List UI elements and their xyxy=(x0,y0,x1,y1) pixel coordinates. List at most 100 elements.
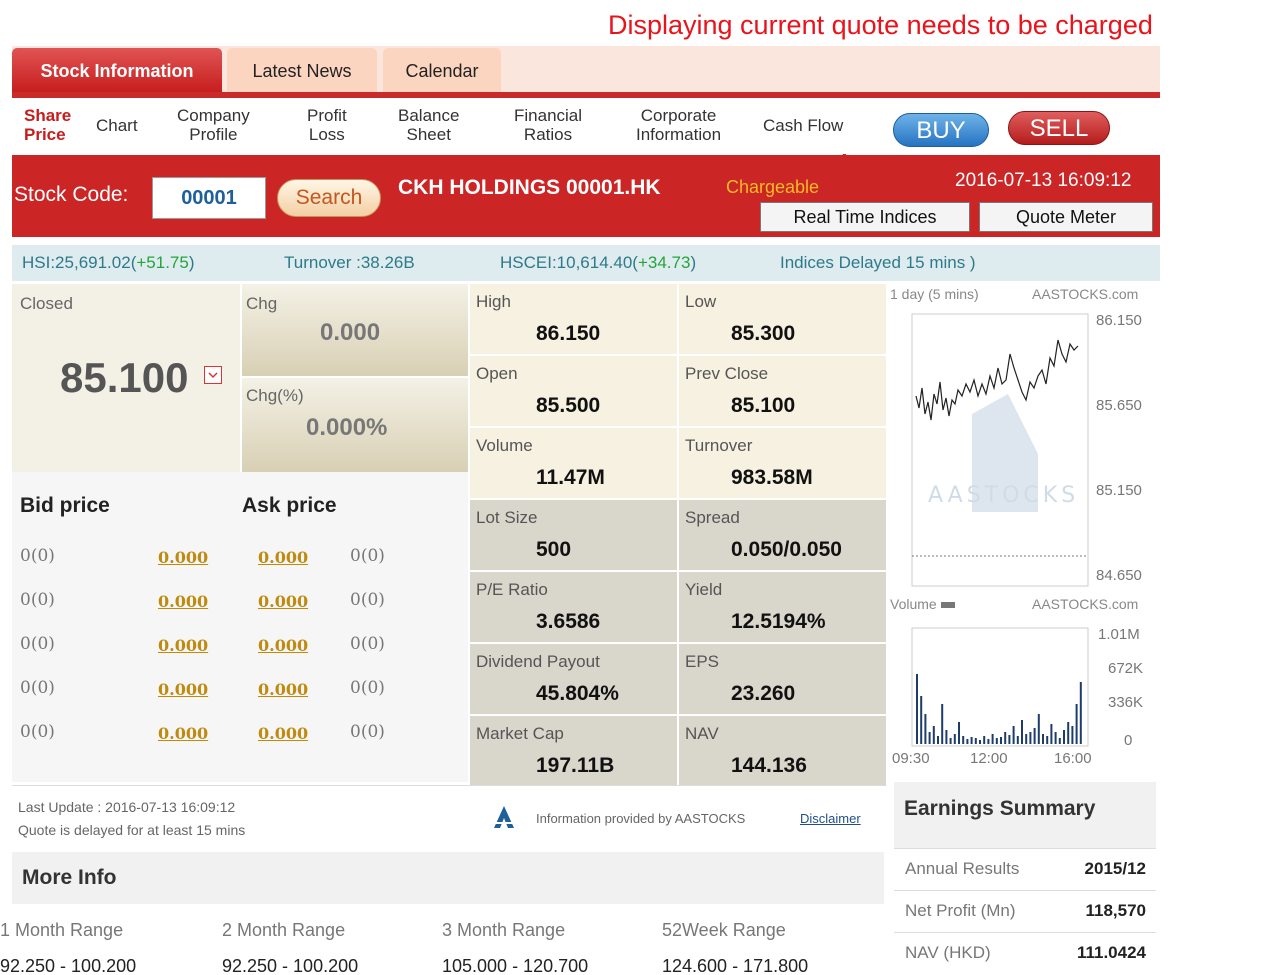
ask-price-link[interactable]: 0.000 xyxy=(258,636,308,655)
subnav-profit-loss[interactable]: Profit Loss xyxy=(307,106,347,144)
earnings-label: NAV (HKD) xyxy=(905,943,991,962)
volume-bar xyxy=(974,738,977,744)
volume-bar xyxy=(1058,738,1061,744)
volume-bar xyxy=(987,739,990,744)
ask-price-link[interactable]: 0.000 xyxy=(258,680,308,699)
volume-bar xyxy=(1004,732,1007,744)
volume-bar xyxy=(1033,728,1036,744)
subnav-share-price[interactable]: Share Price xyxy=(24,106,71,144)
stat-label: P/E Ratio xyxy=(476,580,548,599)
stat-value: 85.300 xyxy=(731,322,796,345)
hsi-index[interactable]: HSI:25,691.02(+51.75) xyxy=(22,253,195,273)
buy-button[interactable]: BUY xyxy=(893,113,989,147)
subnav-balance-sheet[interactable]: Balance Sheet xyxy=(398,106,459,144)
volume-bar xyxy=(962,736,965,744)
stat-value: 500 xyxy=(536,538,572,561)
range-value: 92.250 - 100.200 xyxy=(222,956,359,975)
bid-volume: 0(0) xyxy=(20,722,55,742)
volume-bar xyxy=(966,739,969,744)
range-label: 1 Month Range xyxy=(0,920,124,940)
stock-name: CKH HOLDINGS 00001.HK xyxy=(398,176,661,199)
stat-label: Turnover xyxy=(685,436,753,455)
bid-price-link[interactable]: 0.000 xyxy=(158,680,208,699)
earnings-label: Net Profit (Mn) xyxy=(905,901,1016,920)
bid-price-link[interactable]: 0.000 xyxy=(158,548,208,567)
stat-label: Prev Close xyxy=(685,364,769,383)
stat-label: Spread xyxy=(685,508,740,527)
range-value: 105.000 - 120.700 xyxy=(442,956,589,975)
volume-bar xyxy=(958,722,960,744)
stat-value: 197.11B xyxy=(536,754,615,777)
hscei-index[interactable]: HSCEI:10,614.40(+34.73) xyxy=(500,253,696,273)
bid-ask-panel xyxy=(12,472,468,782)
aastocks-logo-icon xyxy=(490,804,520,830)
volume-bar xyxy=(924,714,927,744)
real-time-indices-button[interactable]: Real Time Indices xyxy=(760,202,970,232)
ask-price-link[interactable]: 0.000 xyxy=(258,548,308,567)
stat-value: 45.804% xyxy=(536,682,619,705)
volume-bar xyxy=(928,732,931,744)
range-value: 124.600 - 171.800 xyxy=(662,956,809,975)
subnav-company-profile[interactable]: Company Profile xyxy=(177,106,250,144)
volume-bar xyxy=(953,734,956,744)
ask-volume: 0(0) xyxy=(350,590,385,610)
sell-button[interactable]: SELL xyxy=(1008,111,1110,145)
volume-bar xyxy=(937,736,939,744)
volume-bar xyxy=(979,740,981,744)
range-label: 2 Month Range xyxy=(222,920,346,940)
volume-plot-frame xyxy=(911,627,1089,747)
stat-value: 0.050/0.050 xyxy=(731,538,842,561)
intraday-chart-panel: 1 day (5 mins) AASTOCKS.com 86.150 85.65… xyxy=(888,284,1158,780)
volume-bar xyxy=(991,734,994,744)
indices-delayed-note: Indices Delayed 15 mins ) xyxy=(780,253,976,272)
bid-price-link[interactable]: 0.000 xyxy=(158,636,208,655)
subnav-financial-ratios[interactable]: Financial Ratios xyxy=(514,106,582,144)
earnings-row: Net Profit (Mn) 118,570 xyxy=(894,890,1156,930)
subnav-chart[interactable]: Chart xyxy=(96,116,138,135)
stat-value: 85.100 xyxy=(731,394,796,417)
stat-value: 86.150 xyxy=(536,322,601,345)
chevron-down-icon[interactable] xyxy=(204,366,222,384)
stat-label: Open xyxy=(476,364,518,383)
chargeable-badge: Chargeable xyxy=(726,177,820,197)
ask-price-link[interactable]: 0.000 xyxy=(258,724,308,743)
stat-value: 85.500 xyxy=(536,394,601,417)
subnav-cash-flow[interactable]: Cash Flow xyxy=(763,116,843,135)
quote-meter-button[interactable]: Quote Meter xyxy=(979,202,1153,232)
bid-price-link[interactable]: 0.000 xyxy=(158,724,208,743)
earnings-summary-title: Earnings Summary xyxy=(904,797,1096,820)
stock-code-input[interactable]: 00001 xyxy=(152,177,266,219)
stat-label: Lot Size xyxy=(476,508,538,527)
annotation-text: Displaying current quote needs to be cha… xyxy=(608,10,1153,40)
volume-bar xyxy=(1012,726,1015,744)
tab-latest-news[interactable]: Latest News xyxy=(227,48,377,92)
volume-bar xyxy=(920,696,923,744)
tab-calendar[interactable]: Calendar xyxy=(383,48,501,92)
stat-label: Volume xyxy=(476,436,533,455)
stock-code-label: Stock Code: xyxy=(14,183,129,206)
search-button[interactable]: Search xyxy=(277,179,381,217)
volume-bar xyxy=(945,730,948,744)
earnings-value: 111.0424 xyxy=(1076,943,1146,962)
volume-bar xyxy=(970,737,973,744)
change-percent-label: Chg(%) xyxy=(246,386,304,405)
bid-volume: 0(0) xyxy=(20,590,55,610)
stat-label: NAV xyxy=(685,724,719,743)
stat-value: 12.5194% xyxy=(731,610,826,633)
ask-volume: 0(0) xyxy=(350,678,385,698)
volume-bars xyxy=(916,674,1082,744)
bid-volume: 0(0) xyxy=(20,546,55,566)
change-percent-value: 0.000% xyxy=(306,414,388,441)
index-bar: HSI:25,691.02(+51.75) Turnover :38.26B H… xyxy=(12,245,1160,281)
volume-bar xyxy=(1042,734,1044,744)
ask-price-link[interactable]: 0.000 xyxy=(258,592,308,611)
stat-value: 144.136 xyxy=(731,754,807,777)
bid-price-link[interactable]: 0.000 xyxy=(158,592,208,611)
stat-value: 983.58M xyxy=(731,466,813,489)
volume-bar xyxy=(916,674,918,744)
subnav-corporate-information[interactable]: Corporate Information xyxy=(636,106,721,144)
chart-watermark: AASTOCKS xyxy=(928,483,1079,508)
tab-stock-information[interactable]: Stock Information xyxy=(12,48,222,92)
disclaimer-link[interactable]: Disclaimer xyxy=(800,811,861,826)
volume-bar xyxy=(1008,735,1011,744)
